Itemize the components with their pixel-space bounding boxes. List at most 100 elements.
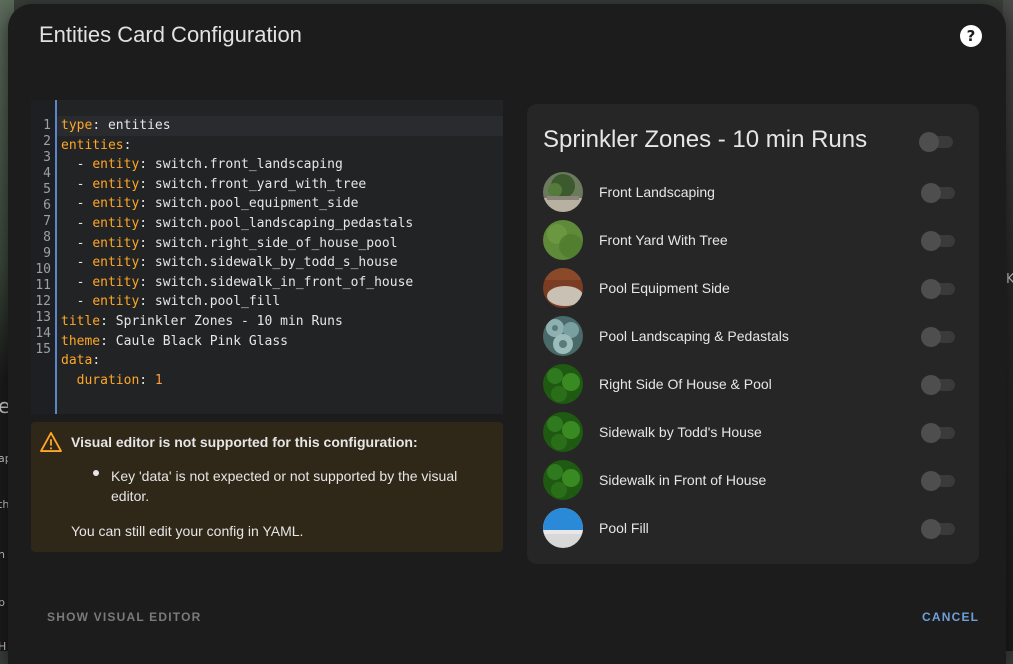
entity-toggle[interactable] <box>921 327 957 347</box>
toggle-thumb <box>921 519 941 539</box>
code-indent: - <box>61 216 93 231</box>
line-number: 5 <box>43 182 51 197</box>
pool-equipment-avatar-icon <box>543 268 583 308</box>
show-visual-editor-button[interactable]: SHOW VISUAL EDITOR <box>47 610 202 624</box>
line-number-gutter: 1 2 3 4 5 6 7 8 9 10 11 12 13 14 15 <box>31 100 57 414</box>
line-number: 6 <box>43 198 51 213</box>
line-number: 1 <box>43 118 51 133</box>
code-colon: : <box>139 255 148 271</box>
code-key: type <box>61 118 93 133</box>
code-line: - entity: switch.sidewalk_by_todd_s_hous… <box>61 255 398 270</box>
code-line: - entity: switch.right_side_of_house_poo… <box>61 236 398 251</box>
code-value: entities <box>100 118 171 133</box>
pool-water-avatar-icon <box>543 508 583 548</box>
entity-row[interactable]: Pool Equipment Side <box>543 268 963 308</box>
entity-row[interactable]: Front Yard With Tree <box>543 220 963 260</box>
code-key: entity <box>92 157 140 173</box>
dialog-title: Entities Card Configuration <box>39 22 302 47</box>
shrub-avatar-icon <box>543 412 583 452</box>
line-number: 14 <box>35 326 51 341</box>
code-line: - entity: switch.front_yard_with_tree <box>61 176 367 192</box>
entity-row[interactable]: Pool Fill <box>543 508 963 548</box>
code-colon: : <box>123 137 132 153</box>
yaml-code-editor[interactable]: 1 2 3 4 5 6 7 8 9 10 11 12 13 14 15 type… <box>31 100 503 414</box>
toggle-thumb <box>921 423 941 443</box>
entity-toggle[interactable] <box>921 375 957 395</box>
line-number: 10 <box>35 262 51 277</box>
header-toggle[interactable] <box>919 132 955 152</box>
code-key: entity <box>92 216 140 231</box>
background-text: p <box>0 596 5 609</box>
toggle-thumb <box>921 327 941 347</box>
entity-toggle[interactable] <box>921 519 957 539</box>
entity-row[interactable]: Front Landscaping <box>543 172 963 212</box>
code-key: theme <box>61 333 101 349</box>
code-key: entity <box>92 235 140 251</box>
entity-name: Pool Fill <box>599 520 649 536</box>
code-indent: - <box>61 176 93 192</box>
entity-row[interactable]: Sidewalk in Front of House <box>543 460 963 500</box>
entity-name: Front Landscaping <box>599 184 715 200</box>
code-indent: - <box>61 294 93 310</box>
entity-name: Sidewalk by Todd's House <box>599 424 762 440</box>
entity-row[interactable]: Pool Landscaping & Pedastals <box>543 316 963 356</box>
code-value: Caule Black Pink Glass <box>107 333 288 349</box>
entity-toggle[interactable] <box>921 423 957 443</box>
code-line: title: Sprinkler Zones - 10 min Runs <box>61 314 343 329</box>
code-line: - entity: switch.pool_landscaping_pedast… <box>61 216 414 231</box>
shrub-avatar-icon <box>543 364 583 404</box>
line-number: 2 <box>43 134 51 149</box>
code-indent: - <box>61 255 93 271</box>
code-colon: : <box>139 176 148 192</box>
succulent-avatar-icon <box>543 316 583 356</box>
code-key: entity <box>92 196 140 212</box>
entity-name: Pool Equipment Side <box>599 280 730 296</box>
line-number: 7 <box>43 214 51 229</box>
code-line: - entity: switch.pool_fill <box>61 294 281 310</box>
code-key: entity <box>92 255 140 271</box>
code-colon: : <box>139 274 148 290</box>
code-key: entity <box>92 176 140 192</box>
entity-toggle[interactable] <box>921 231 957 251</box>
entity-name: Right Side Of House & Pool <box>599 376 772 392</box>
entity-row[interactable]: Sidewalk by Todd's House <box>543 412 963 452</box>
code-line: - entity: switch.sidewalk_in_front_of_ho… <box>61 274 414 290</box>
toggle-thumb <box>921 183 941 203</box>
toggle-thumb <box>919 132 939 152</box>
entity-toggle[interactable] <box>921 183 957 203</box>
entity-row[interactable]: Right Side Of House & Pool <box>543 364 963 404</box>
code-key: data <box>61 353 93 369</box>
entity-toggle[interactable] <box>921 279 957 299</box>
code-colon: : <box>100 333 108 349</box>
shrub-avatar-icon <box>543 460 583 500</box>
line-number: 4 <box>43 166 51 181</box>
warning-title: Visual editor is not supported for this … <box>71 434 418 450</box>
landscaping-avatar-icon <box>543 172 583 212</box>
entity-name: Front Yard With Tree <box>599 232 728 248</box>
code-line: type: entities <box>61 118 171 133</box>
card-title: Sprinkler Zones - 10 min Runs <box>543 126 868 153</box>
background-text: n <box>0 548 5 561</box>
line-number: 11 <box>35 278 51 293</box>
code-line: - entity: switch.front_landscaping <box>61 157 343 172</box>
line-number: 12 <box>35 294 51 309</box>
code-colon: : <box>92 353 101 369</box>
code-colon: : <box>139 294 148 310</box>
cancel-button[interactable]: CANCEL <box>922 610 979 624</box>
entity-toggle[interactable] <box>921 471 957 491</box>
toggle-thumb <box>921 231 941 251</box>
warning-footer: You can still edit your config in YAML. <box>71 523 304 539</box>
code-value: Sprinkler Zones - 10 min Runs <box>107 314 343 329</box>
code-value: switch.front_yard_with_tree <box>147 176 367 192</box>
grass-avatar-icon <box>543 220 583 260</box>
code-colon: : <box>139 157 148 173</box>
line-number: 15 <box>35 342 51 357</box>
toggle-thumb <box>921 375 941 395</box>
background-text: K <box>1006 272 1013 287</box>
code-value: switch.pool_fill <box>147 294 281 310</box>
code-line: - entity: switch.pool_equipment_side <box>61 196 359 212</box>
help-icon[interactable]: ? <box>960 25 982 47</box>
warning-icon <box>40 432 62 452</box>
code-indent: - <box>61 157 93 173</box>
